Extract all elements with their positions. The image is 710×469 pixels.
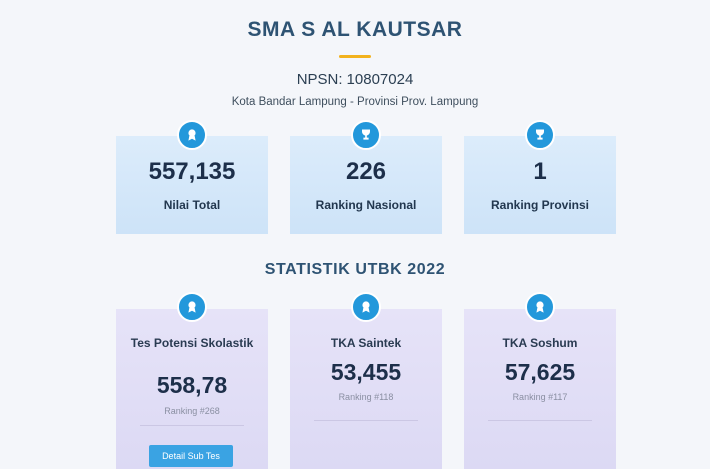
card-divider [314,420,418,421]
card-label: Tes Potensi Skolastik [130,336,254,350]
card-ranking: Ranking #268 [164,406,220,416]
card-label: TKA Saintek [330,336,402,350]
card-ranking-provinsi: 1 Ranking Provinsi [464,136,616,234]
card-tka-soshum: TKA Soshum 57,625 Ranking #117 [464,309,616,469]
section-title: STATISTIK UTBK 2022 [264,261,446,278]
school-title: SMA S AL KAUTSAR [247,18,463,41]
card-label: Nilai Total [163,198,221,212]
card-tes-potensi-skolastik: Tes Potensi Skolastik 558,78 Ranking #26… [116,309,268,469]
npsn-label: NPSN: [296,71,343,88]
npsn-line: NPSN: 10807024 [0,71,710,88]
award-ribbon-icon [351,292,381,322]
card-nilai-total: 557,135 Nilai Total [116,136,268,234]
card-divider [140,425,244,426]
card-score: 53,455 [330,359,402,385]
trophy-icon [525,120,555,150]
card-label: Ranking Provinsi [490,198,590,212]
award-ribbon-icon [177,120,207,150]
card-value: 557,135 [148,158,236,185]
card-score: 57,625 [504,359,576,385]
card-label: TKA Soshum [502,336,578,350]
detail-sub-tes-button[interactable]: Detail Sub Tes [149,445,233,467]
card-label: Ranking Nasional [315,198,417,212]
card-divider [488,420,592,421]
card-ranking: Ranking #117 [512,392,568,402]
card-tka-saintek: TKA Saintek 53,455 Ranking #118 [290,309,442,469]
award-ribbon-icon [525,292,555,322]
card-value: 1 [533,158,547,185]
title-underline [339,55,371,58]
card-ranking: Ranking #118 [338,392,394,402]
award-ribbon-icon [177,292,207,322]
card-value: 226 [345,158,387,185]
card-score: 558,78 [156,372,228,398]
school-location: Kota Bandar Lampung - Provinsi Prov. Lam… [231,96,479,108]
npsn-value: 10807024 [346,71,414,88]
card-ranking-nasional: 226 Ranking Nasional [290,136,442,234]
trophy-icon [351,120,381,150]
